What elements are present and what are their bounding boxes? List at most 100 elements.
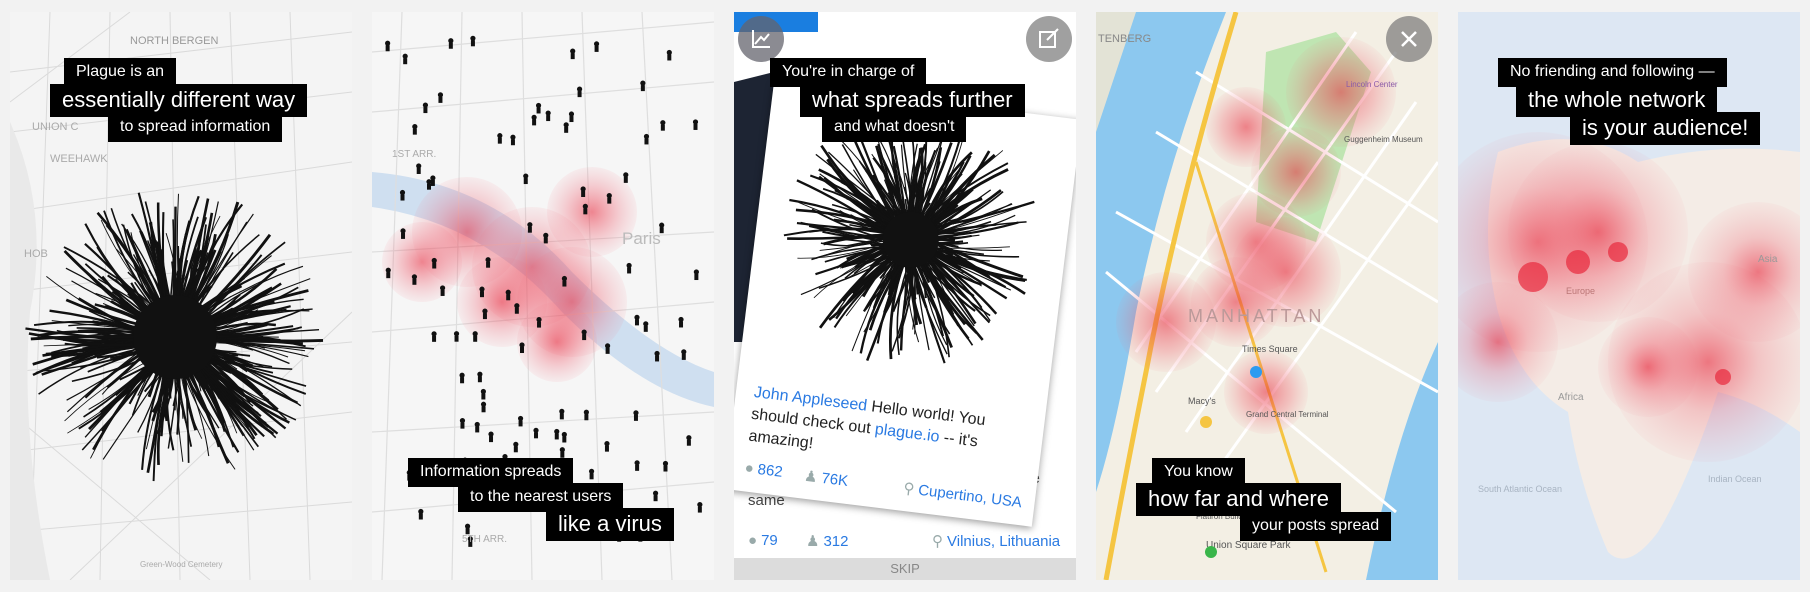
map-label: South Atlantic Ocean bbox=[1478, 484, 1562, 494]
user-marker-icon bbox=[470, 35, 476, 47]
user-marker-icon bbox=[652, 490, 659, 502]
user-marker-icon bbox=[559, 408, 565, 420]
post-card[interactable]: John Appleseed Hello world! You should c… bbox=[734, 82, 1076, 527]
user-marker-icon bbox=[485, 257, 491, 268]
user-marker-icon bbox=[400, 228, 406, 239]
user-marker-icon bbox=[686, 435, 692, 446]
user-marker-icon bbox=[497, 133, 503, 144]
map-label: TENBERG bbox=[1098, 33, 1151, 45]
user-marker-icon bbox=[527, 222, 533, 233]
pin-icon: ⚲ bbox=[902, 479, 916, 499]
user-marker-icon bbox=[416, 163, 422, 174]
user-marker-icon bbox=[479, 286, 485, 298]
post-location[interactable]: ⚲ Cupertino, USA bbox=[902, 479, 1023, 511]
user-marker-icon bbox=[453, 331, 460, 342]
user-marker-icon bbox=[399, 189, 406, 201]
panel-world-map: Europe Africa Asia South Atlantic Ocean … bbox=[1458, 12, 1800, 580]
user-marker-icon bbox=[488, 431, 494, 443]
user-marker-icon bbox=[477, 371, 483, 383]
map-label: Guggenheim Museum bbox=[1344, 135, 1423, 144]
comment-count[interactable]: ● 862 bbox=[744, 459, 784, 481]
user-marker-icon bbox=[430, 175, 436, 186]
user-marker-icon bbox=[605, 343, 611, 354]
user-marker-icon bbox=[474, 421, 480, 433]
pin-icon: ⚲ bbox=[932, 533, 943, 550]
caption-line: like a virus bbox=[546, 508, 674, 541]
compose-button[interactable] bbox=[1026, 16, 1072, 62]
map-label: UNION C bbox=[32, 121, 79, 133]
user-marker-icon bbox=[640, 80, 646, 92]
close-button[interactable] bbox=[1386, 16, 1432, 62]
user-marker-icon bbox=[559, 447, 565, 458]
user-marker-icon bbox=[681, 349, 687, 360]
stats-button[interactable] bbox=[738, 16, 784, 62]
user-marker-icon bbox=[437, 92, 444, 103]
user-marker-icon bbox=[583, 409, 589, 421]
map-label: Europe bbox=[1566, 286, 1595, 296]
post-location[interactable]: ⚲ Vilnius, Lithuania bbox=[932, 532, 1060, 550]
user-marker-icon bbox=[626, 262, 632, 274]
comment-icon: ● bbox=[743, 459, 755, 478]
edit-icon bbox=[1039, 28, 1059, 48]
user-marker-icon bbox=[505, 289, 511, 301]
user-marker-icon bbox=[604, 441, 610, 452]
map-label: 1ST ARR. bbox=[392, 149, 436, 160]
user-marker-icon bbox=[588, 468, 595, 480]
user-marker-icon bbox=[482, 308, 488, 320]
user-marker-icon bbox=[593, 41, 600, 52]
map-label: Indian Ocean bbox=[1708, 474, 1762, 484]
person-icon: ♟ bbox=[806, 533, 820, 550]
user-marker-icon bbox=[643, 321, 649, 332]
user-marker-icon bbox=[570, 48, 576, 60]
map-label: Times Square bbox=[1242, 344, 1298, 354]
user-marker-icon bbox=[561, 431, 567, 443]
user-marker-icon bbox=[576, 86, 583, 98]
user-marker-icon bbox=[660, 120, 666, 131]
user-marker-icon bbox=[426, 179, 432, 190]
user-marker-icon bbox=[692, 119, 699, 130]
map-label: Lincoln Center bbox=[1346, 80, 1398, 89]
user-marker-icon bbox=[582, 203, 588, 215]
user-marker-icon bbox=[459, 372, 465, 384]
comment-count[interactable]: ● 79 bbox=[748, 532, 778, 549]
person-icon: ♟ bbox=[803, 467, 819, 487]
caption-line: and what doesn't bbox=[822, 113, 967, 142]
user-marker-icon bbox=[385, 267, 391, 279]
user-marker-icon bbox=[514, 303, 520, 314]
user-marker-icon bbox=[411, 274, 418, 285]
caption-line: your posts spread bbox=[1240, 512, 1392, 541]
map-label: Macy's bbox=[1188, 396, 1216, 406]
user-marker-icon bbox=[606, 193, 612, 204]
user-marker-icon bbox=[634, 314, 640, 326]
post-link[interactable]: plague.io bbox=[874, 421, 941, 446]
spread-count[interactable]: ♟ 312 bbox=[806, 532, 848, 550]
user-marker-icon bbox=[418, 508, 424, 520]
map-label: Paris bbox=[622, 229, 661, 248]
user-marker-icon bbox=[422, 102, 429, 114]
user-marker-icon bbox=[439, 285, 446, 296]
user-marker-icon bbox=[517, 415, 524, 427]
map-label: WEEHAWK bbox=[50, 153, 108, 165]
map-label: Africa bbox=[1558, 392, 1584, 403]
spread-count[interactable]: ♟ 76K bbox=[803, 467, 849, 490]
post-body: John Appleseed Hello world! You should c… bbox=[747, 382, 1023, 480]
panel-plague-intro: NORTH BERGEN UNION C WEEHAWK HOB Green-W… bbox=[10, 12, 352, 580]
user-marker-icon bbox=[513, 441, 519, 453]
user-marker-icon bbox=[563, 122, 569, 133]
user-marker-icon bbox=[385, 40, 391, 52]
caption-line: Plague is an bbox=[64, 58, 177, 87]
user-marker-icon bbox=[581, 329, 587, 341]
user-marker-icon bbox=[402, 53, 408, 65]
user-marker-icon bbox=[531, 114, 537, 126]
user-marker-icon bbox=[654, 350, 660, 362]
map-label: 5TH ARR. bbox=[462, 534, 507, 545]
user-marker-icon bbox=[412, 124, 418, 135]
skip-button[interactable]: SKIP bbox=[734, 558, 1076, 580]
user-marker-icon bbox=[568, 111, 575, 123]
user-marker-icon bbox=[472, 331, 478, 342]
user-marker-icon bbox=[535, 102, 542, 114]
map-label: Green-Wood Cemetery bbox=[140, 560, 223, 569]
user-marker-icon bbox=[480, 401, 487, 413]
map-label: Grand Central Terminal bbox=[1246, 410, 1329, 419]
user-marker-icon bbox=[523, 173, 529, 185]
